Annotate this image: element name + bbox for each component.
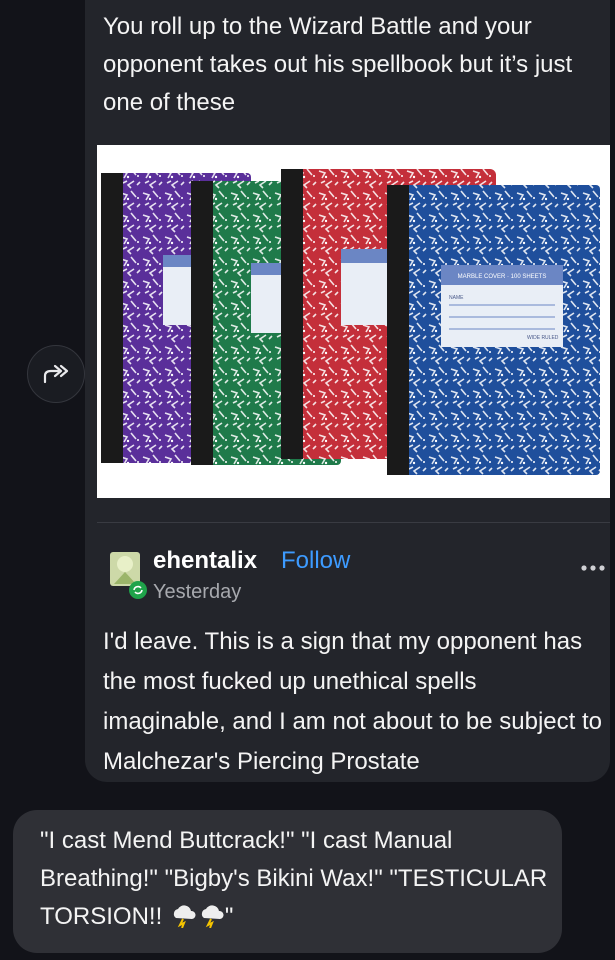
- message-text: "I cast Mend Buttcrack!" "I cast Manual …: [40, 822, 550, 940]
- reply-username[interactable]: ehentalix: [153, 547, 257, 575]
- blue-notebook: MARBLE COVER · 100 SHEETS NAME WIDE RULE…: [387, 185, 600, 475]
- message-closing-quote: ": [224, 903, 234, 930]
- avatar[interactable]: [104, 550, 148, 600]
- notebooks-photo[interactable]: MARBLE COVER · 100 SHEETS NAME WIDE RULE…: [97, 145, 610, 498]
- cover-label-rule: WIDE RULED: [527, 335, 559, 341]
- reply-text: I'd leave. This is a sign that my oppone…: [103, 628, 602, 775]
- notebooks-illustration: MARBLE COVER · 100 SHEETS NAME WIDE RULE…: [101, 169, 600, 475]
- avatar-image: [110, 552, 147, 599]
- more-options-button[interactable]: [580, 560, 606, 571]
- divider: [97, 522, 610, 523]
- reblog-icon: [129, 581, 147, 599]
- cover-label-name: NAME: [449, 295, 464, 301]
- storm-cloud-icon: [171, 902, 197, 940]
- share-forward-icon: [43, 364, 69, 384]
- cover-label-title: MARBLE COVER · 100 SHEETS: [458, 274, 547, 280]
- more-options-icon: [581, 565, 605, 571]
- message-body: "I cast Mend Buttcrack!" "I cast Manual …: [40, 827, 548, 930]
- storm-cloud-icon: [199, 902, 225, 940]
- reply-timestamp: Yesterday: [153, 581, 242, 603]
- share-button[interactable]: [27, 345, 85, 403]
- post-text: You roll up to the Wizard Battle and you…: [103, 13, 579, 116]
- follow-button[interactable]: Follow: [281, 547, 350, 575]
